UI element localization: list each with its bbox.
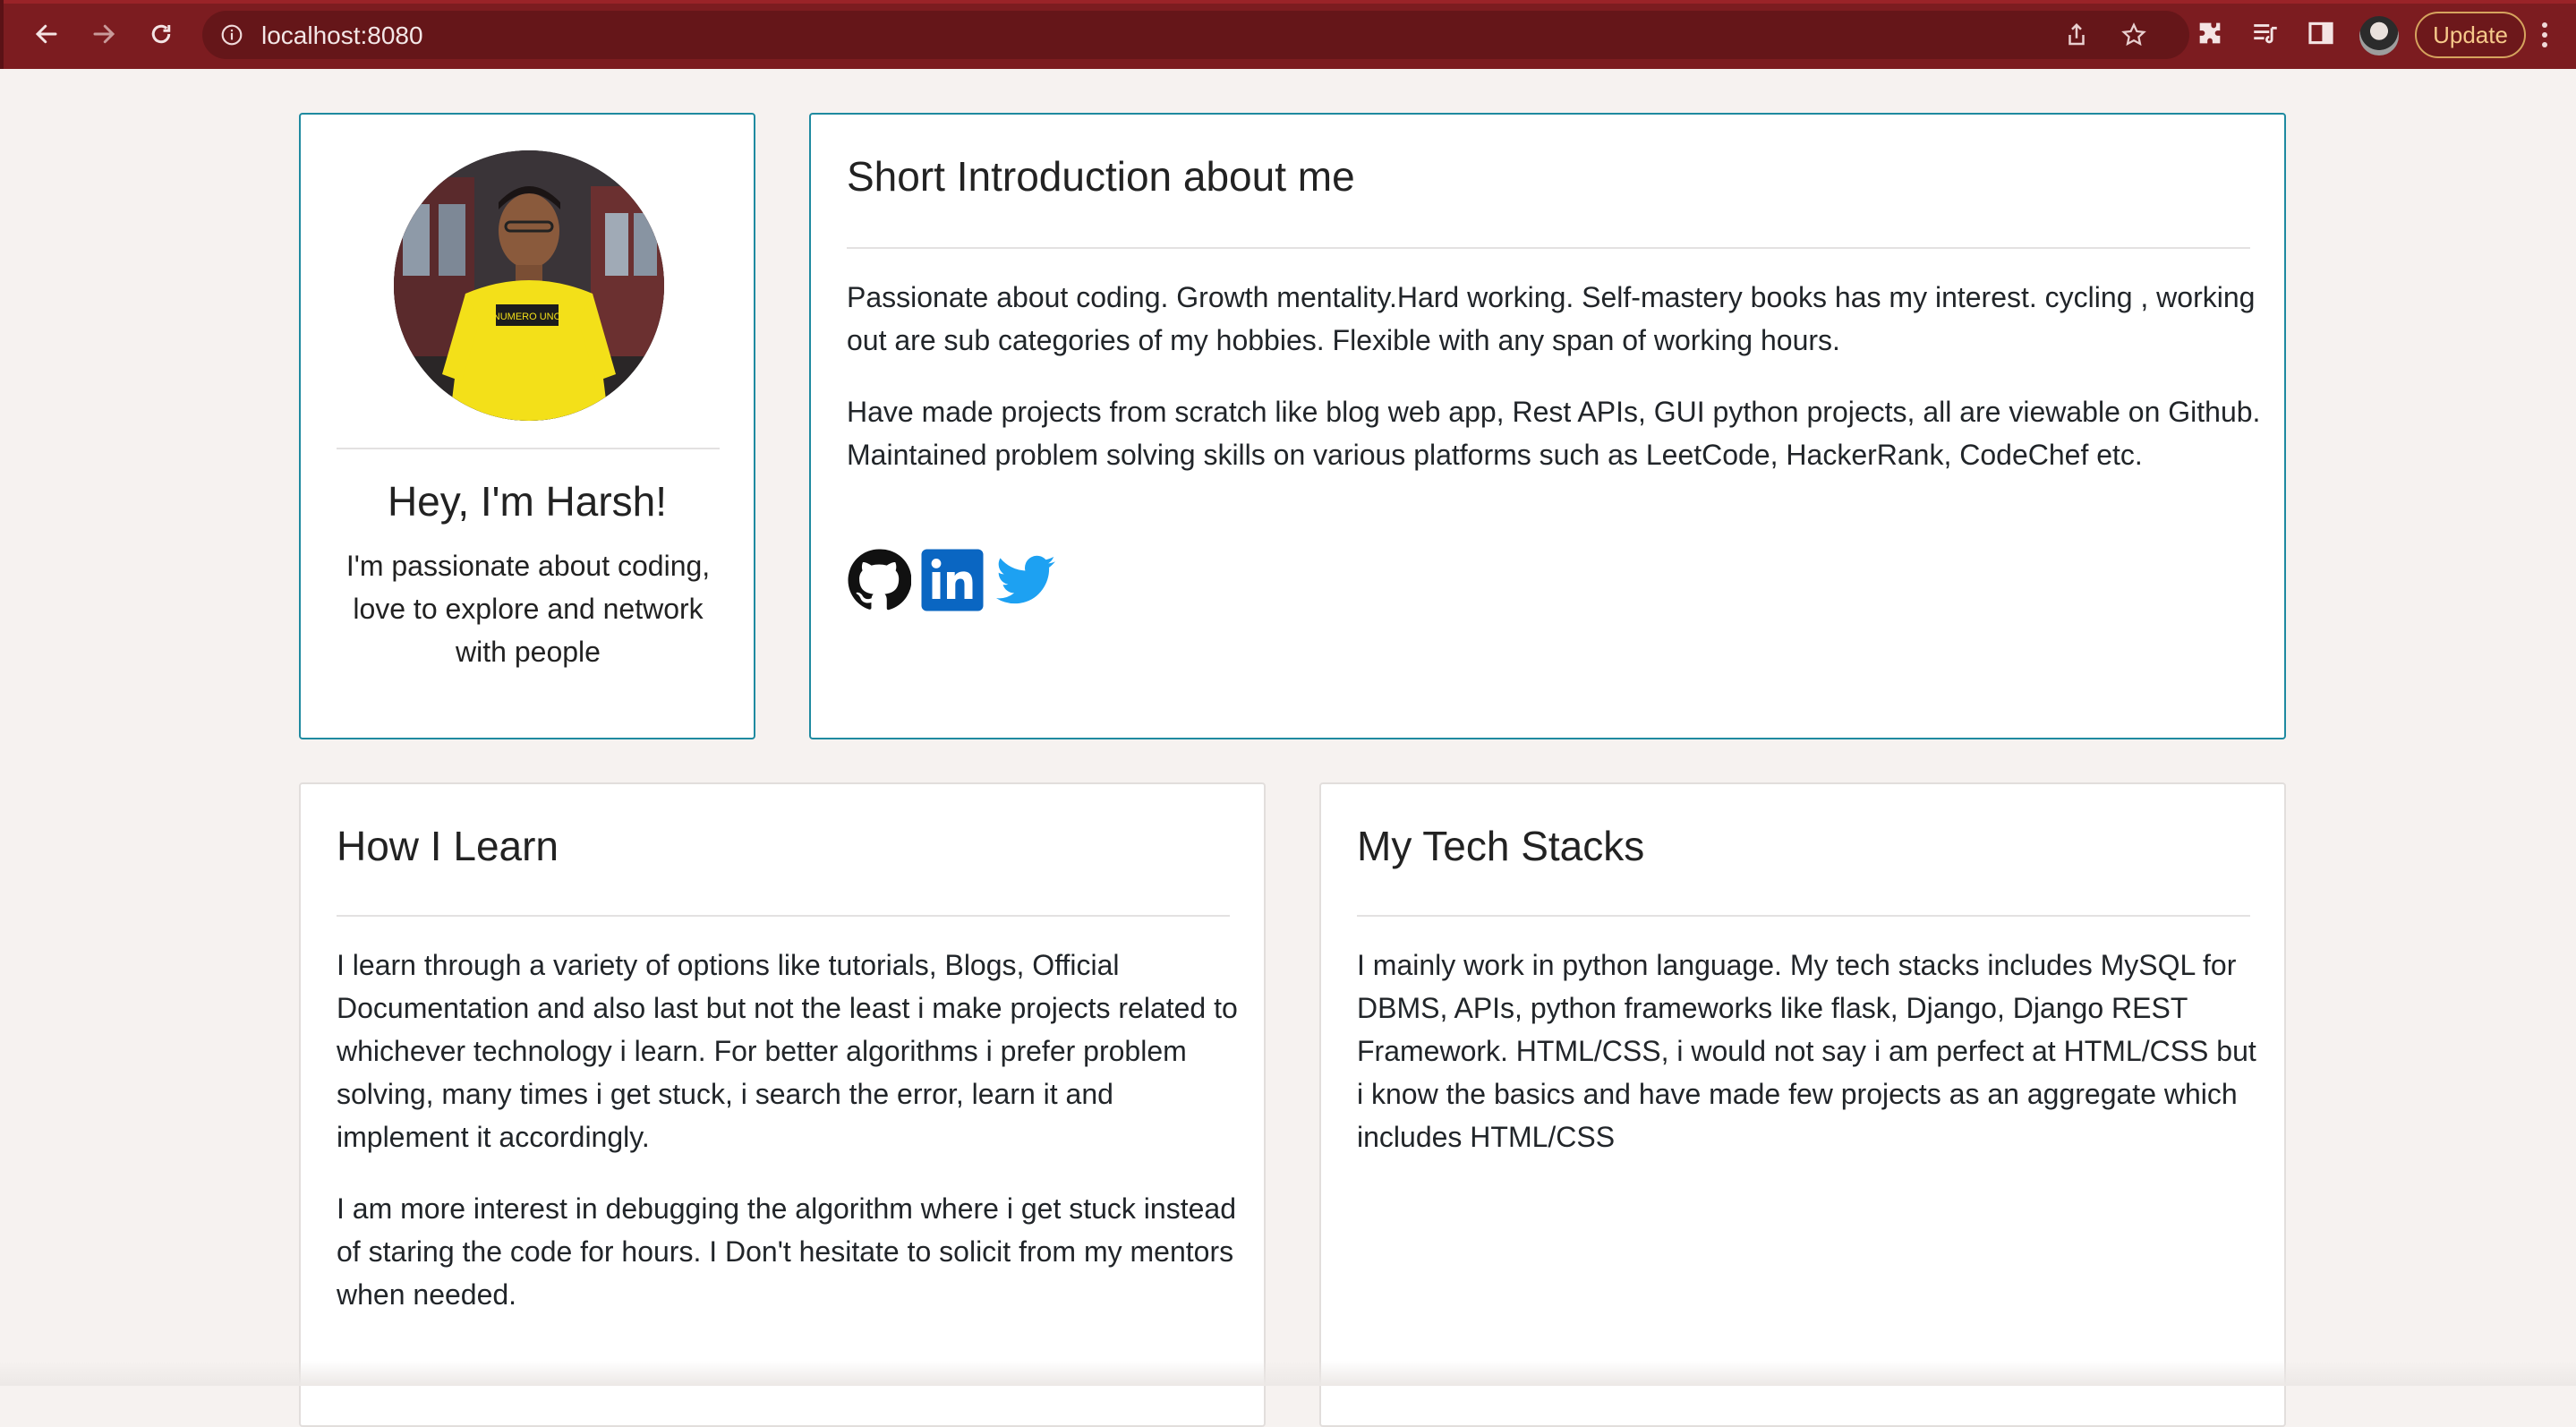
intro-card: Short Introduction about me Passionate a… xyxy=(809,113,2286,739)
reload-icon xyxy=(151,24,171,44)
github-icon[interactable] xyxy=(847,548,911,612)
profile-tagline: I'm passionate about coding, love to exp… xyxy=(345,550,711,668)
tech-card: My Tech Stacks I mainly work in python l… xyxy=(1319,782,2286,1427)
more-menu-icon[interactable] xyxy=(2538,18,2551,52)
side-panel-icon xyxy=(2308,21,2333,45)
shirt-print: NUMERO UNO xyxy=(493,312,562,322)
share-icon[interactable] xyxy=(2060,21,2093,48)
address-bar[interactable]: localhost:8080 xyxy=(202,11,2189,59)
back-arrow-icon xyxy=(35,24,57,44)
url-text: localhost:8080 xyxy=(261,21,423,49)
learn-divider xyxy=(337,915,1230,917)
intro-paragraph-1: Passionate about coding. Growth mentalit… xyxy=(847,281,2256,356)
linkedin-icon[interactable] xyxy=(920,548,985,612)
intro-paragraph-2: Have made projects from scratch like blo… xyxy=(847,396,2261,471)
site-info-icon[interactable] xyxy=(220,23,243,47)
media-control-button[interactable] xyxy=(2250,18,2284,52)
intro-title: Short Introduction about me xyxy=(847,153,1355,200)
learn-card: How I Learn I learn through a variety of… xyxy=(299,782,1266,1427)
extensions-button[interactable] xyxy=(2195,18,2229,52)
intro-divider xyxy=(847,247,2250,249)
forward-button[interactable] xyxy=(86,16,122,52)
forward-arrow-icon xyxy=(93,24,115,44)
reload-button[interactable] xyxy=(143,16,179,52)
profile-avatar[interactable] xyxy=(2359,16,2399,56)
tab-strip-edge xyxy=(4,0,2576,4)
puzzle-icon xyxy=(2199,22,2221,44)
page-bottom-shadow xyxy=(0,1361,2576,1386)
side-panel-button[interactable] xyxy=(2306,18,2340,52)
profile-divider xyxy=(337,448,720,449)
browser-toolbar: localhost:8080 Update xyxy=(0,0,2576,69)
profile-card: NUMERO UNO Hey, I'm Harsh! I'm passionat… xyxy=(299,113,755,739)
back-button[interactable] xyxy=(29,16,64,52)
playlist-icon xyxy=(2254,24,2277,44)
learn-title: How I Learn xyxy=(337,823,559,869)
update-button[interactable]: Update xyxy=(2415,12,2526,58)
profile-photo: NUMERO UNO xyxy=(394,150,664,421)
tech-title: My Tech Stacks xyxy=(1357,823,1645,869)
social-links xyxy=(847,548,1058,612)
twitter-icon[interactable] xyxy=(994,548,1058,612)
tech-paragraph-1: I mainly work in python language. My tec… xyxy=(1357,949,2256,1153)
profile-greeting: Hey, I'm Harsh! xyxy=(387,478,668,525)
tech-divider xyxy=(1357,915,2250,917)
bookmark-star-icon[interactable] xyxy=(2118,21,2150,48)
learn-paragraph-1: I learn through a variety of options lik… xyxy=(337,949,1238,1153)
learn-paragraph-2: I am more interest in debugging the algo… xyxy=(337,1192,1236,1311)
